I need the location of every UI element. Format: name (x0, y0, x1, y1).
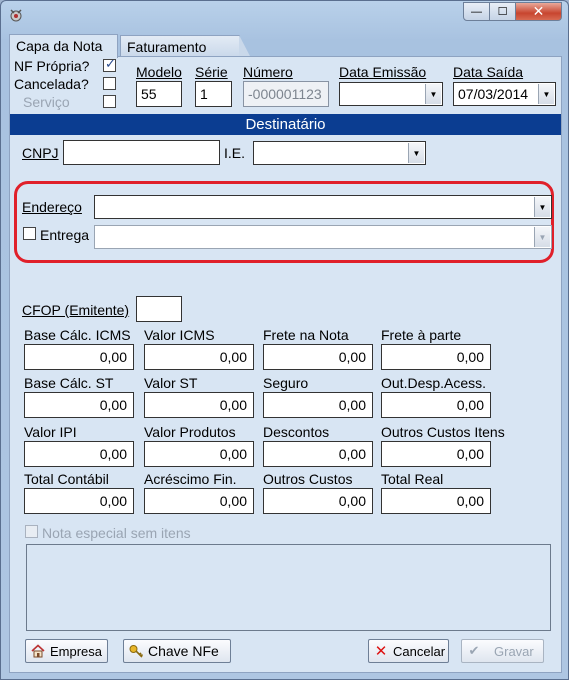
serie-input[interactable]: 1 (195, 81, 232, 107)
maximize-button[interactable]: ☐ (490, 2, 516, 21)
chevron-down-icon[interactable]: ▼ (408, 143, 424, 163)
chevron-down-icon[interactable]: ▼ (425, 84, 441, 104)
app-window: — ☐ ✕ Capa da Nota Faturamento NF Própri… (0, 0, 569, 680)
entrega-label: Entrega (40, 227, 90, 243)
close-button[interactable]: ✕ (516, 2, 562, 21)
data-saida-value: 07/03/2014 (458, 86, 529, 102)
total-input[interactable]: 0,00 (24, 488, 134, 514)
total-label: Frete na Nota (263, 327, 349, 343)
endereco-combo[interactable]: ▼ (94, 195, 552, 219)
total-label: Valor ICMS (144, 327, 215, 343)
total-label: Seguro (263, 375, 309, 391)
total-input[interactable]: 0,00 (144, 488, 254, 514)
total-label: Frete à parte (381, 327, 462, 343)
data-emissao-picker[interactable]: ▼ (339, 82, 443, 106)
gravar-button[interactable]: ✔ Gravar (461, 639, 544, 663)
total-label: Outros Custos (263, 471, 353, 487)
cfop-input[interactable] (136, 296, 182, 322)
total-input[interactable]: 0,00 (24, 441, 134, 467)
total-label: Valor Produtos (144, 424, 236, 440)
chevron-down-icon[interactable]: ▼ (534, 227, 550, 247)
nf-propria-checkbox[interactable] (103, 56, 116, 72)
total-label: Outros Custos Itens (381, 424, 505, 440)
capa-panel: NF Própria? Cancelada? Serviço Modelo 55… (9, 56, 562, 673)
chevron-down-icon[interactable]: ▼ (534, 197, 550, 217)
destinatario-header: Destinatário (10, 114, 561, 135)
client-area: Capa da Nota Faturamento NF Própria? Can… (9, 31, 562, 673)
total-input[interactable]: 0,00 (144, 441, 254, 467)
total-label: Total Real (381, 471, 444, 487)
total-input[interactable]: 0,00 (263, 344, 373, 370)
title-bar[interactable]: — ☐ ✕ (1, 1, 568, 29)
empresa-label: Empresa (50, 643, 103, 659)
total-label: Valor IPI (24, 424, 77, 440)
cnpj-input[interactable] (63, 140, 220, 165)
total-input[interactable]: 0,00 (381, 344, 491, 370)
total-input[interactable]: 0,00 (381, 441, 491, 467)
nf-propria-label: NF Própria? (14, 58, 90, 74)
total-input[interactable]: 0,00 (24, 344, 134, 370)
address-highlight (14, 181, 554, 263)
total-label: Valor ST (144, 375, 198, 391)
total-label: Total Contábil (24, 471, 109, 487)
total-input[interactable]: 0,00 (263, 441, 373, 467)
cancelada-checkbox[interactable] (103, 77, 116, 90)
total-input[interactable]: 0,00 (144, 344, 254, 370)
minimize-button[interactable]: — (463, 2, 490, 21)
app-icon[interactable] (8, 7, 24, 23)
total-label: Base Cálc. ICMS (24, 327, 131, 343)
numero-input[interactable]: -000001123 (243, 81, 329, 107)
total-input[interactable]: 0,00 (263, 488, 373, 514)
total-label: Acréscimo Fin. (144, 471, 237, 487)
key-icon (128, 643, 144, 659)
home-icon (30, 643, 46, 659)
tab-capa-da-nota[interactable]: Capa da Nota (9, 34, 118, 58)
data-saida-picker[interactable]: 07/03/2014 ▼ (453, 82, 556, 106)
numero-label: Número (243, 64, 293, 80)
modelo-label: Modelo (136, 64, 182, 80)
cancelar-label: Cancelar (393, 643, 446, 659)
entrega-combo[interactable]: ▼ (94, 225, 552, 249)
total-input[interactable]: 0,00 (24, 392, 134, 418)
total-label: Out.Desp.Acess. (381, 375, 487, 391)
total-input[interactable]: 0,00 (263, 392, 373, 418)
tab-faturamento[interactable]: Faturamento (120, 35, 251, 58)
chave-nfe-label: Chave NFe (148, 643, 219, 659)
total-label: Descontos (263, 424, 330, 440)
modelo-input[interactable]: 55 (136, 81, 182, 107)
cancel-icon: ✕ (374, 643, 388, 660)
observacoes-memo[interactable] (26, 544, 551, 631)
ie-label: I.E. (224, 145, 246, 161)
cnpj-label: CNPJ (22, 145, 59, 161)
check-icon: ✔ (468, 643, 480, 658)
total-input[interactable]: 0,00 (381, 488, 491, 514)
gravar-label: Gravar (494, 643, 534, 659)
total-input[interactable]: 0,00 (144, 392, 254, 418)
data-saida-label: Data Saída (453, 64, 524, 80)
endereco-label: Endereço (22, 199, 82, 215)
entrega-checkbox[interactable] (23, 227, 36, 240)
chevron-down-icon[interactable]: ▼ (538, 84, 554, 104)
nota-especial-label: Nota especial sem itens (42, 525, 191, 541)
chave-nfe-button[interactable]: Chave NFe (123, 639, 231, 663)
servico-label: Serviço (23, 94, 70, 110)
nota-especial-checkbox[interactable] (25, 525, 38, 538)
total-input[interactable]: 0,00 (381, 392, 491, 418)
empresa-button[interactable]: Empresa (25, 639, 108, 663)
cancelada-label: Cancelada? (14, 76, 89, 92)
serie-label: Série (195, 64, 228, 80)
ie-combo[interactable]: ▼ (253, 141, 426, 165)
data-emissao-label: Data Emissão (339, 64, 427, 80)
servico-checkbox[interactable] (103, 95, 116, 108)
cfop-label: CFOP (Emitente) (22, 302, 130, 318)
cancelar-button[interactable]: ✕ Cancelar (368, 639, 449, 663)
total-label: Base Cálc. ST (24, 375, 114, 391)
